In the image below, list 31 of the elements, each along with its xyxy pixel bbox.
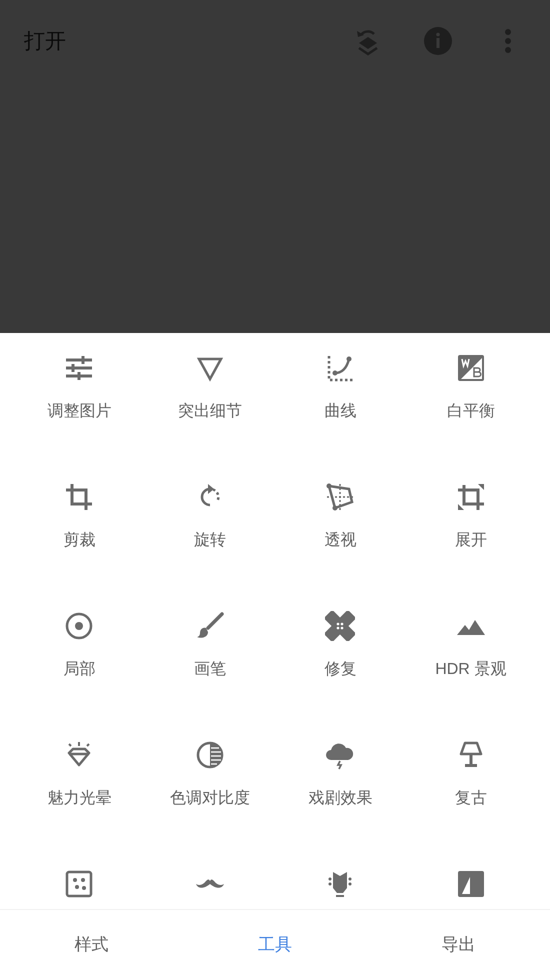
tool-button[interactable]: 白平衡 xyxy=(406,333,536,462)
tool-button[interactable]: 戏剧效果 xyxy=(275,720,406,849)
tool-button[interactable]: 展开 xyxy=(406,462,536,591)
tool-button[interactable]: 调整图片 xyxy=(14,333,144,462)
tool-button[interactable]: 局部 xyxy=(14,591,144,720)
nav-tab[interactable]: 样式 xyxy=(0,910,184,978)
tool-button[interactable]: HDR 景观 xyxy=(406,591,536,720)
frame-icon xyxy=(456,869,486,899)
tool-button[interactable]: 剪裁 xyxy=(14,462,144,591)
tool-button[interactable]: 色调对比度 xyxy=(144,720,275,849)
tool-button[interactable]: 突出细节 xyxy=(144,333,275,462)
tool-button[interactable]: 复古 xyxy=(406,720,536,849)
mustache-icon xyxy=(194,879,225,889)
expand-icon xyxy=(456,482,486,512)
tool-button[interactable]: 透视 xyxy=(275,462,406,591)
wb-icon xyxy=(456,353,486,383)
target-icon xyxy=(64,611,94,641)
nav-tab[interactable]: 工具 xyxy=(183,910,367,978)
bandage-icon xyxy=(325,611,356,641)
dice-icon xyxy=(64,869,94,899)
tool-button[interactable]: 旋转 xyxy=(144,462,275,591)
tool-button[interactable]: 魅力光晕 xyxy=(14,720,144,849)
contrast-icon xyxy=(194,740,225,770)
tool-button[interactable]: 曲线 xyxy=(275,333,406,462)
sliders-icon xyxy=(64,353,94,383)
crop-icon xyxy=(64,482,94,512)
tool-button[interactable]: 画笔 xyxy=(144,591,275,720)
tool-button[interactable]: 修复 xyxy=(275,591,406,720)
curve-icon xyxy=(325,353,356,383)
perspective-icon xyxy=(325,482,356,512)
nav-tab[interactable]: 导出 xyxy=(366,910,550,978)
